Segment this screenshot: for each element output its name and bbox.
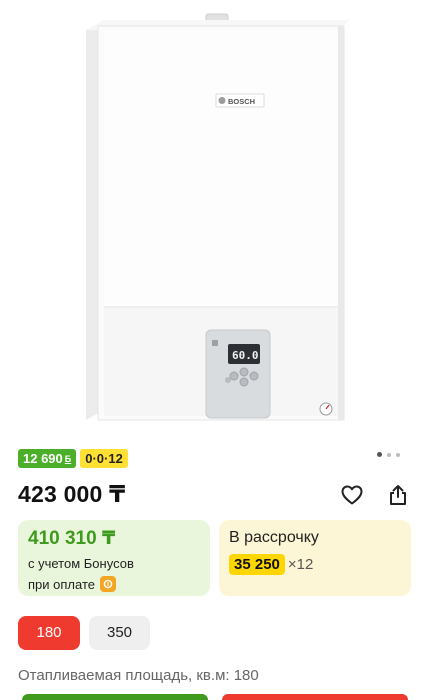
installment-term: ×12 [287, 556, 314, 573]
bottom-action-bar [0, 694, 430, 700]
installment-badge: 0·0·12 [80, 449, 128, 468]
gallery-pagination[interactable] [377, 452, 400, 457]
heated-area-label: Отапливаемая площадь, кв.м: 180 [18, 667, 259, 684]
promo-badges: 12 690 Б 0·0·12 [18, 449, 128, 468]
option-350[interactable]: 350 [89, 616, 150, 650]
display-readout: 60.0 [232, 349, 259, 362]
buy-bonus-button[interactable] [22, 694, 208, 700]
buy-button[interactable] [222, 694, 408, 700]
installment-title: В рассрочку [229, 529, 319, 546]
bonus-badge-value: 12 690 [23, 451, 63, 466]
option-180[interactable]: 180 [18, 616, 80, 650]
product-price: 423 000 ₸ [18, 481, 126, 507]
installment-row: 35 250 ×12 [229, 554, 313, 575]
bonus-note: с учетом Бонусов [28, 556, 134, 571]
gallery-dot-3[interactable] [396, 452, 400, 457]
favorite-button[interactable] [338, 481, 366, 509]
heart-icon [341, 485, 363, 505]
brand-label: BOSCH [228, 97, 255, 106]
bonus-payment-label: при оплате [28, 576, 95, 592]
product-image[interactable]: BOSCH 60.0 [0, 0, 430, 440]
bonus-currency: Б [64, 454, 72, 464]
share-button[interactable] [384, 481, 412, 509]
bonus-price: 410 310 ₸ [28, 528, 116, 549]
installment-amount: 35 250 [229, 554, 285, 575]
share-icon [390, 485, 406, 505]
gallery-dot-2[interactable] [387, 452, 391, 457]
gallery-dot-1[interactable] [377, 452, 382, 457]
bonus-badge: 12 690 Б [18, 449, 77, 468]
installment-card[interactable]: В рассрочку 35 250 ×12 [219, 520, 411, 596]
bonus-payment-note: при оплате [28, 576, 116, 592]
kaspi-icon [99, 576, 116, 592]
bonus-price-card[interactable]: 410 310 ₸ с учетом Бонусов при оплате [18, 520, 210, 596]
